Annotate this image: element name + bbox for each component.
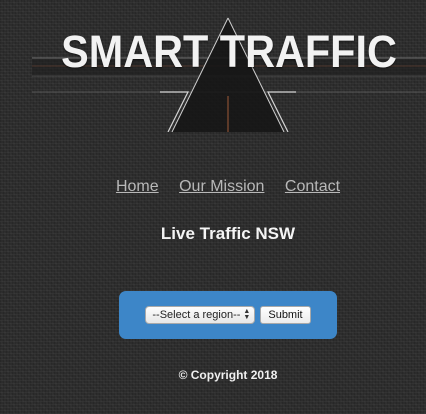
select-arrows-icon: ▲ ▼ (243, 308, 251, 321)
page-subtitle: Live Traffic NSW (160, 224, 296, 243)
submit-button[interactable]: Submit (260, 306, 311, 324)
region-select[interactable]: --Select a region-- ▲ ▼ (145, 306, 256, 324)
region-select-value: --Select a region-- (152, 309, 241, 321)
nav-contact-link[interactable]: Contact (285, 178, 340, 195)
region-form: --Select a region-- ▲ ▼ Submit (119, 291, 337, 339)
header-banner: SMART TRAFFIC (32, 0, 426, 132)
copyright-footer: © Copyright 2018 (178, 368, 278, 382)
nav-our-mission-link[interactable]: Our Mission (179, 178, 264, 195)
main-nav: Home Our Mission Contact (0, 177, 426, 197)
site-logo-title: SMART TRAFFIC (61, 26, 397, 77)
nav-home-link[interactable]: Home (116, 178, 159, 195)
